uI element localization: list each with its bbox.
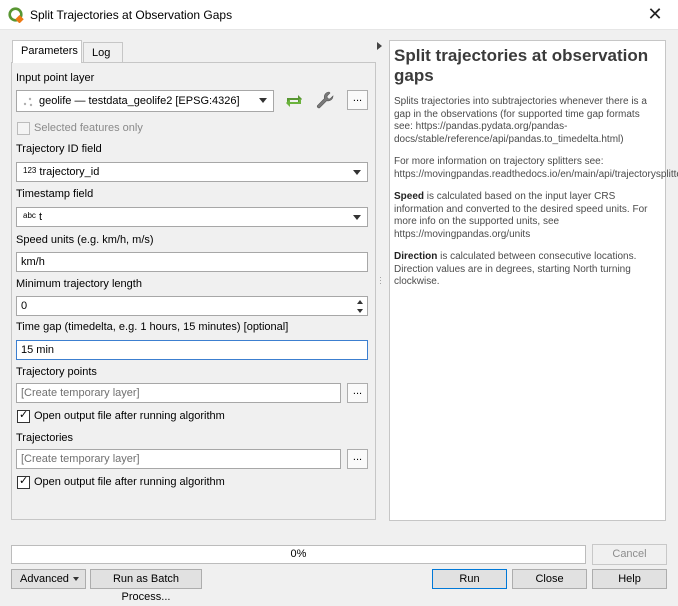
- min-length-value: 0: [21, 300, 28, 312]
- traj-points-open-label: Open output file after running algorithm: [34, 410, 225, 422]
- help-title: Split trajectories at observation gaps: [394, 46, 649, 85]
- tab-log[interactable]: Log: [83, 42, 123, 62]
- spin-up-icon[interactable]: [354, 298, 366, 306]
- input-layer-browse-button[interactable]: ...: [347, 90, 368, 110]
- spin-down-icon[interactable]: [354, 307, 366, 315]
- number-field-icon: 123: [23, 166, 37, 175]
- min-length-label: Minimum trajectory length: [16, 278, 142, 290]
- speed-text: is calculated based on the input layer C…: [394, 191, 648, 240]
- iterate-icon[interactable]: [283, 90, 305, 112]
- run-button[interactable]: Run: [432, 569, 507, 589]
- time-gap-label: Time gap (timedelta, e.g. 1 hours, 15 mi…: [16, 321, 289, 333]
- cancel-button[interactable]: Cancel: [592, 544, 667, 565]
- traj-id-value: trajectory_id: [39, 166, 100, 178]
- chevron-down-icon: [353, 215, 361, 220]
- input-layer-label: Input point layer: [16, 72, 95, 84]
- direction-heading: Direction: [394, 251, 438, 262]
- advanced-button[interactable]: Advanced: [11, 569, 86, 589]
- progress-bar: 0%: [11, 545, 586, 564]
- trajectories-output[interactable]: [Create temporary layer]: [16, 449, 341, 469]
- timestamp-combo[interactable]: abc t: [16, 207, 368, 227]
- checkmark-icon: ✓: [19, 409, 29, 421]
- chevron-down-icon: [259, 98, 267, 103]
- traj-id-combo[interactable]: 123 trajectory_id: [16, 162, 368, 182]
- title-bar: Split Trajectories at Observation Gaps ✕: [0, 0, 678, 30]
- traj-points-open-checkbox[interactable]: ✓: [17, 409, 30, 423]
- speed-heading: Speed: [394, 191, 425, 202]
- min-length-spinbox[interactable]: 0: [16, 296, 368, 316]
- selected-only-label: Selected features only: [34, 122, 143, 134]
- time-gap-input[interactable]: 15 min: [16, 340, 368, 360]
- help-description: Splits trajectories into subtrajectories…: [394, 96, 647, 145]
- chevron-down-icon: [353, 170, 361, 175]
- help-direction-info: Direction is calculated between consecut…: [394, 251, 661, 289]
- trajectories-label: Trajectories: [16, 432, 74, 444]
- tab-parameters[interactable]: Parameters: [12, 40, 82, 63]
- help-panel: Split trajectories at observation gaps S…: [389, 40, 678, 521]
- input-layer-value: geolife — testdata_geolife2 [EPSG:4326]: [39, 95, 240, 107]
- trajectories-open-label: Open output file after running algorithm: [34, 476, 225, 488]
- close-button[interactable]: Close: [512, 569, 587, 589]
- speed-units-label: Speed units (e.g. km/h, m/s): [16, 234, 154, 246]
- timestamp-value: t: [38, 211, 43, 223]
- advanced-label: Advanced: [20, 573, 69, 585]
- input-layer-combo[interactable]: geolife — testdata_geolife2 [EPSG:4326]: [16, 90, 274, 112]
- timestamp-label: Timestamp field: [16, 188, 94, 200]
- help-speed-info: Speed is calculated based on the input l…: [394, 191, 661, 241]
- traj-id-label: Trajectory ID field: [16, 143, 102, 155]
- traj-points-output[interactable]: [Create temporary layer]: [16, 383, 341, 403]
- speed-units-input[interactable]: km/h: [16, 252, 368, 272]
- trajectories-open-checkbox[interactable]: ✓: [17, 475, 30, 489]
- collapse-help-arrow-icon[interactable]: [377, 42, 382, 50]
- window-title: Split Trajectories at Observation Gaps: [30, 8, 233, 22]
- close-window-button[interactable]: ✕: [632, 0, 678, 30]
- traj-points-label: Trajectory points: [16, 366, 97, 378]
- point-layer-icon: [23, 97, 33, 107]
- selected-only-checkbox[interactable]: [17, 122, 30, 135]
- run-batch-button[interactable]: Run as Batch Process...: [90, 569, 202, 603]
- qgis-logo-icon: [8, 7, 24, 23]
- text-field-icon: abc: [23, 211, 36, 220]
- splitter-handle[interactable]: · · ·: [379, 273, 382, 288]
- help-splitter-info: For more information on trajectory split…: [394, 156, 678, 180]
- help-button[interactable]: Help: [592, 569, 667, 589]
- chevron-down-icon: [73, 577, 79, 581]
- wrench-icon[interactable]: [314, 89, 336, 111]
- trajectories-browse-button[interactable]: ...: [347, 449, 368, 469]
- checkmark-icon: ✓: [19, 475, 29, 487]
- traj-points-browse-button[interactable]: ...: [347, 383, 368, 403]
